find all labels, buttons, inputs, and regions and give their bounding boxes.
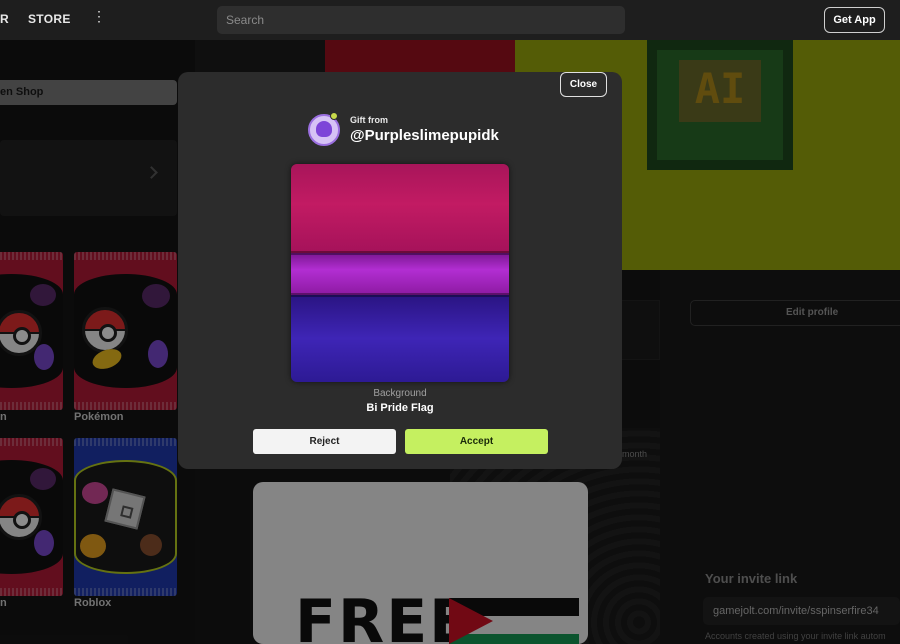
item-name: Bi Pride Flag xyxy=(366,402,434,414)
background-preview xyxy=(291,164,509,382)
kebab-menu-icon[interactable]: ⋮ xyxy=(92,9,106,23)
search-input[interactable]: Search xyxy=(217,6,625,34)
nav-item-store[interactable]: STORE xyxy=(28,12,71,26)
avatar[interactable] xyxy=(308,112,340,146)
gift-from-label: Gift from xyxy=(350,115,388,125)
close-button[interactable]: Close xyxy=(560,72,607,97)
reject-button[interactable]: Reject xyxy=(253,429,396,454)
nav-item-partial[interactable]: R xyxy=(0,12,9,26)
accept-button[interactable]: Accept xyxy=(405,429,548,454)
get-app-button[interactable]: Get App xyxy=(824,7,885,33)
gift-sender-username[interactable]: @Purpleslimepupidk xyxy=(350,127,499,144)
top-navbar: R STORE ⋮ Search Get App xyxy=(0,0,900,40)
gift-modal: Close Gift from @Purpleslimepupidk Backg… xyxy=(178,72,622,469)
status-dot-icon xyxy=(330,112,338,120)
item-type-label: Background xyxy=(373,388,427,399)
